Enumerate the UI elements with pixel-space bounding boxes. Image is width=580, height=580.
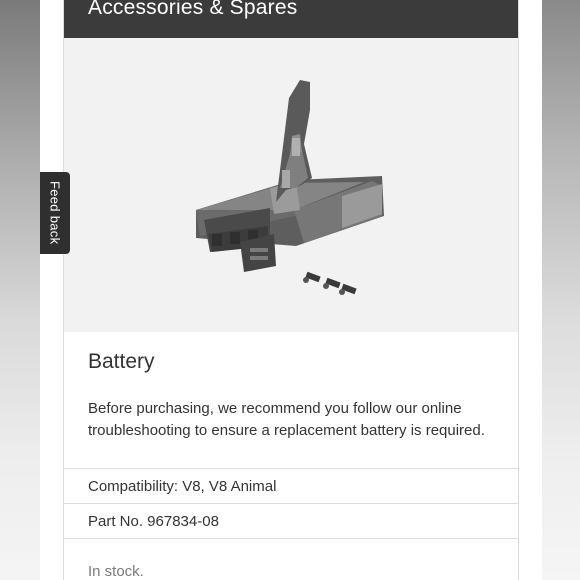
- product-card: Accessories & Spares Battery Before purc…: [63, 0, 519, 580]
- feedback-label: Feed back: [47, 181, 63, 245]
- stock-status: In stock.: [64, 538, 518, 580]
- part-number-row: Part No. 967834-08: [64, 503, 518, 538]
- compatibility-row: Compatibility: V8, V8 Animal: [64, 468, 518, 503]
- backdrop-right: [542, 0, 580, 580]
- product-title: Battery: [88, 350, 155, 373]
- section-header: Accessories & Spares: [64, 0, 518, 38]
- compatibility-text: Compatibility: V8, V8 Animal: [88, 477, 277, 495]
- section-title: Accessories & Spares: [88, 0, 298, 19]
- product-image-area: [64, 38, 518, 332]
- product-description: Before purchasing, we recommend you foll…: [88, 400, 485, 439]
- battery-image: [196, 80, 384, 295]
- page: Accessories & Spares Battery Before purc…: [40, 0, 542, 580]
- feedback-tab[interactable]: Feed back: [40, 172, 70, 254]
- part-number-text: Part No. 967834-08: [88, 512, 219, 530]
- backdrop-left: [0, 0, 40, 580]
